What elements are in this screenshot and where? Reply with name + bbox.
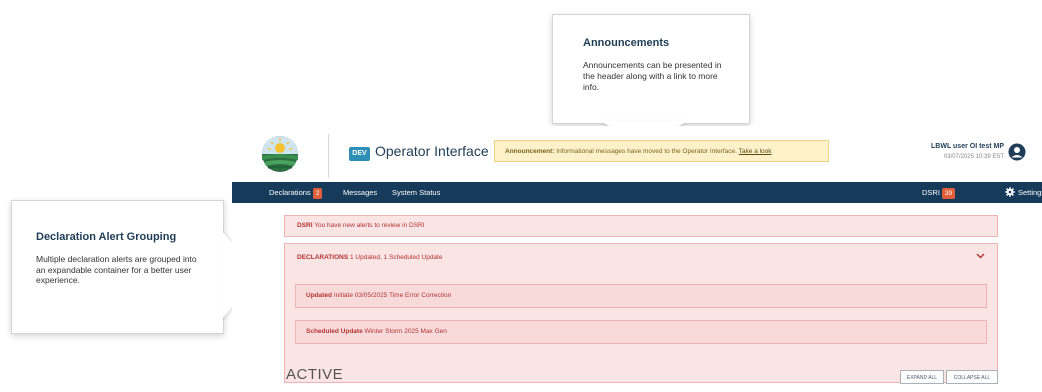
logo-icon[interactable] [258, 134, 302, 174]
dsri-count-badge: 39 [941, 187, 956, 199]
user-timestamp: 03/07/2025 10:39 EST [943, 154, 1004, 160]
dsri-alert-label: DSRI [297, 222, 313, 229]
announcement-message: Informational messages have moved to the… [556, 148, 737, 155]
announcement-banner: Announcement: Informational messages hav… [494, 140, 829, 162]
nav-system-status[interactable]: System Status [392, 182, 440, 203]
announcement-link[interactable]: Take a look [739, 148, 772, 155]
announcements-callout-title: Announcements [583, 37, 670, 49]
collapse-all-button[interactable]: COLLAPSE ALL [946, 370, 998, 384]
nav-settings[interactable]: Settings [1018, 182, 1042, 203]
nav-dsri[interactable]: DSRI 39 [922, 182, 956, 203]
declaration-status: Scheduled Update [306, 328, 363, 335]
declarations-count-badge: 2 [312, 187, 323, 199]
nav-declarations-label: Declarations [269, 188, 311, 197]
grouping-callout: Declaration Alert Grouping Multiple decl… [11, 200, 224, 334]
expand-all-button[interactable]: EXPAND ALL [900, 370, 944, 384]
declaration-alert-item[interactable]: Updated Initiate 03/05/2025 Time Error C… [295, 284, 987, 308]
announcement-label: Announcement: [505, 148, 555, 155]
dsri-alert-message: You have new alerts to review in DSRI [314, 222, 425, 229]
header-divider [328, 134, 329, 178]
declarations-group-header[interactable]: DECLARATIONS 1 Updated, 1 Scheduled Upda… [297, 251, 442, 265]
operator-interface-app: DEV Operator Interface Announcement: Inf… [232, 126, 1042, 392]
announcements-callout: Announcements Announcements can be prese… [552, 14, 750, 124]
chevron-down-icon[interactable] [976, 253, 985, 259]
announcements-callout-body: Announcements can be presented in the he… [583, 60, 722, 92]
declaration-status: Updated [306, 292, 332, 299]
declaration-text: Winter Storm 2025 Max Gen [364, 328, 447, 335]
dsri-alert[interactable]: DSRI You have new alerts to review in DS… [284, 215, 998, 237]
nav-messages[interactable]: Messages [343, 182, 377, 203]
user-account-icon[interactable] [1008, 143, 1026, 161]
nav-dsri-label: DSRI [922, 188, 940, 197]
nav-declarations[interactable]: Declarations 2 [269, 182, 323, 203]
declarations-label: DECLARATIONS [297, 254, 349, 261]
declaration-alert-item[interactable]: Scheduled Update Winter Storm 2025 Max G… [295, 320, 987, 344]
environment-badge: DEV [349, 147, 370, 161]
settings-gear-icon[interactable] [1005, 187, 1015, 197]
user-name: LBWL user OI test MP [931, 143, 1004, 150]
app-title: Operator Interface [375, 143, 489, 159]
declaration-text: Initiate 03/05/2025 Time Error Correctio… [333, 292, 452, 299]
grouping-callout-body: Multiple declaration alerts are grouped … [36, 254, 197, 285]
declarations-alert-group: DECLARATIONS 1 Updated, 1 Scheduled Upda… [284, 243, 998, 383]
active-section-heading: ACTIVE [286, 366, 344, 383]
grouping-callout-title: Declaration Alert Grouping [36, 231, 177, 243]
declarations-summary: 1 Updated, 1 Scheduled Update [349, 254, 443, 261]
main-nav: Declarations 2 Messages System Status DSR… [232, 182, 1042, 203]
